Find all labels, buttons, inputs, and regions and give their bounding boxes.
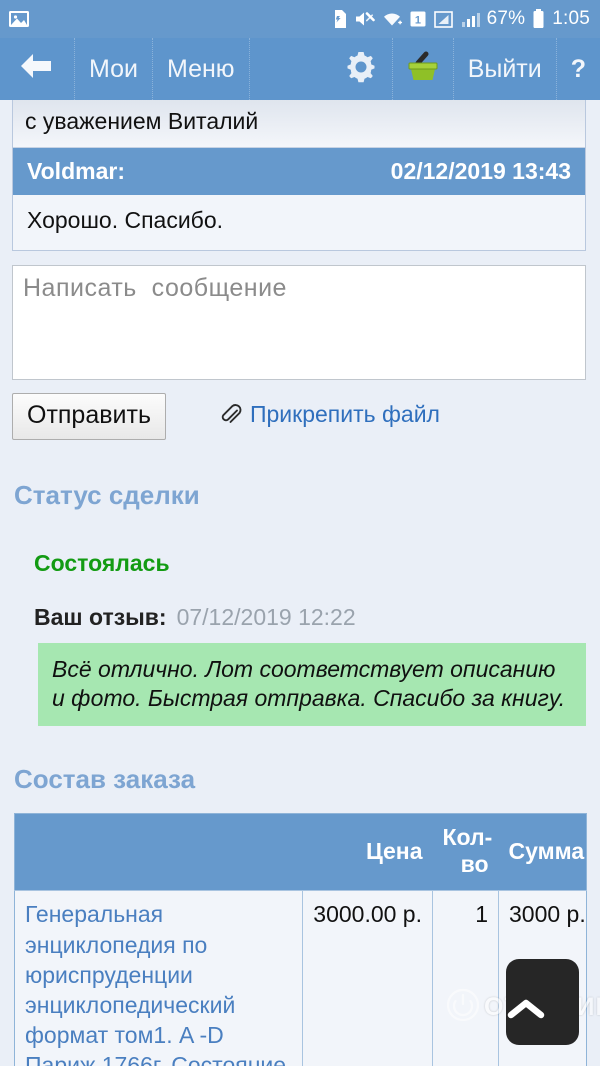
review-label: Ваш отзыв: [34,604,167,630]
review-text: Всё отлично. Лот соответствует описанию … [38,643,586,727]
mute-icon [354,9,375,29]
nav-item-menu-label: Меню [166,54,235,83]
nav-item-my-label: Мои [89,54,138,83]
order-title: Состав заказа [14,764,196,795]
help-button[interactable]: ? [557,38,600,100]
send-button[interactable]: Отправить [12,393,166,440]
signal-bars-icon [461,9,481,29]
nav-item-menu[interactable]: Меню [153,38,250,100]
android-status-bar: 1 67% 1:05 [0,0,600,38]
logout-label: Выйти [467,54,542,83]
back-arrow-icon [16,50,56,89]
sim-1-icon: 1 [409,9,427,29]
app-nav-bar: Мои Меню Выйти ? [0,38,600,100]
signal-weak-icon [433,9,455,29]
battery-percent-label: 67% [486,8,526,29]
status-bar-right: 1 67% 1:05 [332,8,590,30]
table-row: Генеральная энциклопедия по юриспруденци… [14,890,587,1066]
col-sum: Сумма [498,813,587,891]
paperclip-icon [219,403,243,427]
previous-message-tail: с уважением Виталий [13,100,585,148]
message-text: Хорошо. Спасибо. [13,195,585,250]
row-price: 3000.00 р. [302,890,433,1066]
battery-icon [531,8,546,30]
order-table-head: Цена Кол-во Сумма [14,813,587,891]
page-content: с уважением Виталий Voldmar: 02/12/2019 … [0,100,600,1066]
clock-label: 1:05 [552,8,590,29]
row-qty: 1 [432,890,499,1066]
settings-button[interactable] [330,38,393,100]
message-datetime: 02/12/2019 13:43 [390,158,571,184]
deal-status-badge: Состоялась [34,550,170,576]
photo-icon [8,9,30,29]
message-author: Voldmar: [27,158,125,184]
cart-button[interactable] [393,38,454,100]
gear-icon [342,48,380,91]
compose-actions: Отправить Прикрепить файл [12,393,586,440]
review-date: 07/12/2019 12:22 [176,604,356,630]
chevron-up-icon [506,996,546,1027]
nav-item-my[interactable]: Мои [75,38,153,100]
deal-status-title: Статус сделки [14,480,200,510]
compose-area: Отправить Прикрепить файл [0,251,600,440]
sd-card-icon [332,9,348,29]
svg-text:1: 1 [414,14,420,26]
logout-button[interactable]: Выйти [454,38,557,100]
message-input[interactable] [12,265,586,380]
order-table-body: Генеральная энциклопедия по юриспруденци… [14,890,587,1066]
attach-file-link[interactable]: Прикрепить файл [219,401,440,428]
col-price: Цена [302,813,433,891]
row-name[interactable]: Генеральная энциклопедия по юриспруденци… [14,890,303,1066]
back-button[interactable] [0,38,75,100]
phone-screen: 1 67% 1:05 Мои Меню Выйти ? с уважением … [0,0,600,1066]
basket-icon [405,50,441,89]
scroll-to-top-button[interactable] [506,959,579,1045]
status-bar-left [8,9,30,29]
message-thread: с уважением Виталий Voldmar: 02/12/2019 … [12,100,586,251]
col-name [14,813,303,891]
table-header-row: Цена Кол-во Сумма [14,813,587,891]
wifi-icon [381,9,403,29]
order-table: Цена Кол-во Сумма Генеральная энциклопед… [14,813,587,1066]
attach-file-label: Прикрепить файл [249,401,440,427]
col-qty: Кол-во [432,813,499,891]
review-meta: Ваш отзыв: 07/12/2019 12:22 [34,604,600,631]
help-label: ? [570,54,586,83]
message-header: Voldmar: 02/12/2019 13:43 [13,148,585,195]
